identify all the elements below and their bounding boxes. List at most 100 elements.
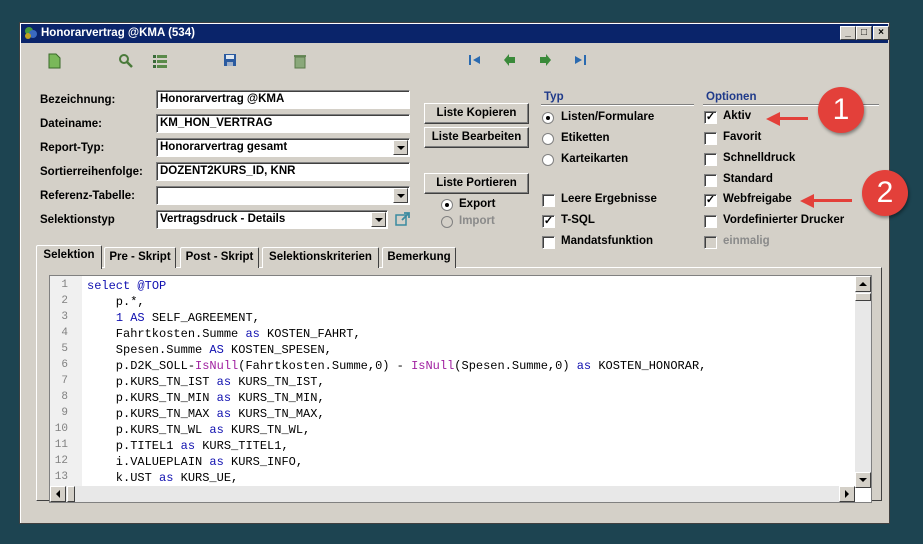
delete-icon[interactable]	[293, 53, 309, 69]
save-icon[interactable]	[223, 53, 239, 69]
code-text: k.UST as KURS_UE,	[87, 471, 238, 485]
line-number: 5	[61, 343, 68, 355]
chevron-down-icon[interactable]	[393, 140, 408, 155]
einmalig-label: einmalig	[723, 235, 770, 247]
scroll-up-button[interactable]	[855, 276, 871, 292]
line-number: 13	[54, 471, 68, 483]
annotation-badge-2: 2	[862, 170, 908, 216]
tab-bemerkung[interactable]: Bemerkung	[382, 247, 456, 268]
annotation-arrow-1	[778, 117, 808, 120]
optionen-group-title: Optionen	[706, 91, 757, 103]
code-token: KOSTEN_SPESEN,	[223, 343, 332, 357]
scroll-down-button[interactable]	[855, 472, 871, 488]
code-text: p.*,	[87, 295, 145, 309]
last-record-icon[interactable]	[573, 53, 589, 69]
typ-label-etiketten: Etiketten	[561, 132, 610, 144]
code-token: as	[159, 471, 174, 485]
code-token: @TOP	[137, 279, 167, 293]
search-icon[interactable]	[118, 53, 134, 69]
code-text: Spesen.Summe AS KOSTEN_SPESEN,	[87, 343, 332, 357]
close-button[interactable]: ×	[873, 26, 889, 40]
open-external-icon[interactable]	[395, 211, 411, 227]
code-text: p.KURS_TN_IST as KURS_TN_IST,	[87, 375, 325, 389]
first-record-icon[interactable]	[468, 53, 484, 69]
code-token: p.D2K_SOLL-	[87, 359, 196, 373]
code-token: p.KURS_TN_MAX	[87, 407, 217, 421]
tab-pre-skript[interactable]: Pre - Skript	[104, 247, 176, 268]
previous-record-icon[interactable]	[503, 53, 519, 69]
code-text: p.KURS_TN_MIN as KURS_TN_MIN,	[87, 391, 325, 405]
standard-checkbox[interactable]	[704, 174, 717, 187]
liste-portieren-button[interactable]: Liste Portieren	[424, 173, 529, 194]
bezeichnung-label: Bezeichnung:	[40, 94, 116, 106]
line-number: 1	[61, 279, 68, 291]
code-text: p.KURS_TN_MAX as KURS_TN_MAX,	[87, 407, 325, 421]
window-title: Honorarvertrag @KMA (534)	[41, 27, 195, 39]
typ-radio-etiketten[interactable]	[542, 133, 554, 145]
tab-post-skript[interactable]: Post - Skript	[180, 247, 259, 268]
maximize-button[interactable]: □	[856, 26, 872, 40]
vordefinierter-drucker-label: Vordefinierter Drucker	[723, 214, 845, 226]
horizontal-scrollbar[interactable]	[50, 486, 855, 502]
import-radio	[441, 216, 453, 228]
code-token: Fahrtkosten.Summe	[87, 327, 246, 341]
referenz-tabelle-select[interactable]	[156, 186, 410, 205]
vertical-scroll-thumb[interactable]	[855, 293, 871, 301]
tab-selektion[interactable]: Selektion	[36, 245, 102, 269]
favorit-checkbox[interactable]	[704, 132, 717, 145]
aktiv-checkbox[interactable]: ✓	[704, 111, 717, 124]
horizontal-scroll-thumb[interactable]	[67, 486, 75, 502]
code-token: i.VALUEPLAIN	[87, 455, 210, 469]
app-icon	[25, 27, 37, 39]
scroll-left-button[interactable]	[50, 486, 66, 502]
line-number: 3	[61, 311, 68, 323]
dateiname-input[interactable]: KM_HON_VERTRAG	[156, 114, 410, 133]
leere-ergebnisse-checkbox[interactable]	[542, 194, 555, 207]
typ-radio-karteikarten[interactable]	[542, 154, 554, 166]
line-number: 7	[61, 375, 68, 387]
minimize-button[interactable]: _	[840, 26, 856, 40]
sql-editor[interactable]: 1 select @TOP 2 p.*, 3 1 AS SELF_AGREEMENT,…	[49, 275, 872, 503]
chevron-down-icon[interactable]	[393, 188, 408, 203]
line-number: 9	[61, 407, 68, 419]
code-token: IsNull	[195, 359, 239, 373]
line-number: 8	[61, 391, 68, 403]
chevron-down-icon[interactable]	[371, 212, 386, 227]
report-typ-select[interactable]: Honorarvertrag gesamt	[156, 138, 410, 157]
liste-bearbeiten-button[interactable]: Liste Bearbeiten	[424, 127, 529, 148]
aktiv-label: Aktiv	[723, 110, 752, 122]
selektionstyp-select[interactable]: Vertragsdruck - Details	[156, 210, 388, 229]
liste-kopieren-button[interactable]: Liste Kopieren	[424, 103, 529, 124]
code-text: p.D2K_SOLL-IsNull(Fahrtkosten.Summe,0) -…	[87, 359, 707, 373]
new-document-icon[interactable]	[47, 53, 63, 69]
export-radio[interactable]	[441, 199, 453, 211]
code-text: Fahrtkosten.Summe as KOSTEN_FAHRT,	[87, 327, 361, 341]
code-token: Spesen.Summe	[87, 343, 210, 357]
sortierreihenfolge-input[interactable]: DOZENT2KURS_ID, KNR	[156, 162, 410, 181]
list-icon[interactable]	[152, 53, 168, 69]
mandatsfunktion-checkbox[interactable]	[542, 236, 555, 249]
tsql-checkbox[interactable]: ✓	[542, 215, 555, 228]
referenz-tabelle-label: Referenz-Tabelle:	[40, 190, 136, 202]
tab-selektionskriterien[interactable]: Selektionskriterien	[262, 247, 379, 268]
line-number: 6	[61, 359, 68, 371]
schnelldruck-checkbox[interactable]	[704, 153, 717, 166]
code-token: KURS_UE,	[173, 471, 239, 485]
line-number: 11	[54, 439, 68, 451]
code-token: 1 AS	[115, 311, 145, 325]
title-bar[interactable]: Honorarvertrag @KMA (534) _ □ ×	[21, 24, 889, 43]
typ-radio-listen[interactable]	[542, 112, 554, 124]
webfreigabe-checkbox[interactable]: ✓	[704, 194, 717, 207]
vertical-scrollbar[interactable]	[855, 276, 871, 488]
code-token: p.KURS_TN_WL	[87, 423, 210, 437]
code-token: KURS_TN_IST,	[231, 375, 325, 389]
bezeichnung-input[interactable]: Honorarvertrag @KMA	[156, 90, 410, 109]
vordefinierter-drucker-checkbox[interactable]	[704, 215, 717, 228]
scroll-right-button[interactable]	[839, 486, 855, 502]
tsql-label: T-SQL	[561, 214, 595, 226]
report-typ-value: Honorarvertrag gesamt	[160, 141, 288, 153]
code-token: as	[576, 359, 592, 373]
selektionstyp-value: Vertragsdruck - Details	[160, 213, 286, 225]
code-token: KURS_TITEL1,	[195, 439, 289, 453]
next-record-icon[interactable]	[538, 53, 554, 69]
